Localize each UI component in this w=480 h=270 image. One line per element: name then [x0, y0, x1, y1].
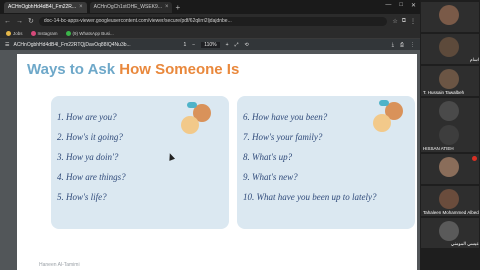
question-item: 10. What have you been up to lately? — [243, 192, 377, 202]
print-icon[interactable]: ⎙ — [400, 42, 404, 48]
new-tab-icon[interactable]: + — [175, 3, 180, 12]
address-actions: ☆ ⧉ ⋮ — [392, 18, 416, 25]
participant-tile[interactable]: Tahaleen Mohammed Albedaiwi — [421, 186, 479, 216]
faces-illustration — [179, 102, 219, 142]
participant-name: عيسي المومني — [450, 241, 479, 246]
bookmark-label: Jobs — [13, 30, 23, 36]
star-icon[interactable]: ☆ — [392, 18, 397, 25]
forward-icon[interactable]: → — [16, 18, 23, 25]
slide-footer: Haneen Al-Tamimi — [39, 262, 80, 268]
participant-tile[interactable]: اسام — [421, 34, 479, 64]
participant-video — [439, 157, 459, 177]
zoom-out-icon[interactable]: − — [192, 42, 195, 48]
hat-icon — [379, 100, 389, 106]
participant-tile[interactable]: عيسي المومني — [421, 218, 479, 248]
question-item: 3. How ya doin'? — [57, 152, 119, 162]
fit-page-icon[interactable]: ⤢ — [235, 42, 239, 48]
bookmark-instagram[interactable]: Instagram — [30, 30, 58, 36]
window-controls: — □ ✕ — [385, 2, 416, 9]
extensions-icon[interactable]: ⧉ — [402, 18, 406, 25]
participant-video — [439, 69, 459, 89]
questions-card-right: 6. How have you been? 7. How's your fami… — [237, 96, 415, 229]
bookmark-label: (9) WhatsApp Busi... — [72, 30, 114, 36]
hat-icon — [187, 102, 197, 108]
bookmark-label: Instagram — [37, 30, 58, 36]
question-item: 6. How have you been? — [243, 112, 328, 122]
faces-illustration — [371, 100, 411, 140]
heading-part-2: How Someone Is — [119, 61, 240, 78]
back-icon[interactable]: ← — [4, 18, 11, 25]
zoom-level[interactable]: 110% — [201, 41, 220, 48]
address-bar: ← → ↻ doc-14-bc-apps-viewer.googleuserco… — [0, 14, 420, 28]
more-icon[interactable]: ⋮ — [410, 42, 415, 48]
participant-video — [439, 101, 459, 121]
tab-label: ACHnOgCh1xtOHE_WSEK9... — [93, 3, 162, 10]
maximize-icon[interactable]: □ — [399, 2, 403, 9]
heading-part-1: Ways to Ask — [27, 61, 116, 78]
pdf-viewport[interactable]: Ways to Ask How Someone Is 1. How are yo… — [0, 50, 420, 270]
pdf-page: Ways to Ask How Someone Is 1. How are yo… — [17, 54, 417, 270]
browser-tab[interactable]: ACHnOgCh1xtOHE_WSEK9... × — [89, 1, 173, 13]
close-tab-icon[interactable]: × — [165, 2, 169, 13]
question-item: 4. How are things? — [57, 172, 126, 182]
pdf-controls: 1 − 110% + ⤢ ⟲ — [183, 41, 249, 48]
face-icon — [181, 116, 199, 134]
participant-video — [439, 5, 459, 25]
tab-label: ACHnOgbhHd4dB4l_Fm22R... — [8, 3, 77, 10]
question-item: 9. What's new? — [243, 172, 298, 182]
zoom-in-icon[interactable]: + — [226, 42, 229, 48]
close-tab-icon[interactable]: × — [79, 2, 83, 13]
screen: ACHnOgbhHd4dB4l_Fm22R... × ACHnOgCh1xtOH… — [0, 0, 480, 270]
browser-tab-active[interactable]: ACHnOgbhHd4dB4l_Fm22R... × — [4, 1, 87, 13]
participant-tile[interactable]: HISSAN ATIEH — [421, 122, 479, 152]
download-icon[interactable]: ⤓ — [392, 42, 394, 48]
question-item: 1. How are you? — [57, 112, 117, 122]
bookmark-whatsapp[interactable]: (9) WhatsApp Busi... — [65, 30, 114, 36]
muted-mic-icon — [472, 156, 477, 161]
bookmark-jobs[interactable]: Jobs — [6, 30, 23, 36]
face-icon — [373, 114, 391, 132]
question-item: 2. How's it going? — [57, 132, 123, 142]
participant-name: T. Hussain Tawalbeh — [423, 90, 465, 95]
tab-bar: ACHnOgbhHd4dB4l_Fm22R... × ACHnOgCh1xtOH… — [0, 0, 420, 14]
participant-video — [439, 37, 459, 57]
participant-video — [439, 125, 459, 145]
question-item: 8. What's up? — [243, 152, 293, 162]
pdf-actions: ⤓ ⎙ ⋮ — [392, 42, 415, 48]
participant-tile[interactable]: T. Hussain Tawalbeh — [421, 66, 479, 96]
whatsapp-icon — [65, 30, 71, 36]
participant-tile[interactable] — [421, 2, 479, 32]
minimize-icon[interactable]: — — [385, 2, 391, 9]
pdf-title: ACHnOgbhHd4dB4l_Fm22RTQjDavOq88IQ4Nu3b..… — [13, 41, 131, 48]
participant-video — [439, 189, 459, 209]
rotate-icon[interactable]: ⟲ — [245, 42, 249, 48]
participant-video — [439, 221, 459, 241]
reload-icon[interactable]: ↻ — [28, 17, 34, 25]
menu-icon[interactable]: ☰ — [5, 42, 9, 48]
slide-heading: Ways to Ask How Someone Is — [27, 61, 239, 78]
page-number[interactable]: 1 — [183, 42, 186, 48]
menu-icon[interactable]: ⋮ — [410, 18, 416, 25]
participant-name: HISSAN ATIEH — [423, 146, 454, 151]
participant-name: Tahaleen Mohammed Albedaiwi — [423, 210, 479, 215]
question-item: 5. How's life? — [57, 192, 107, 202]
close-window-icon[interactable]: ✕ — [411, 2, 416, 9]
participant-name: اسام — [469, 57, 479, 62]
questions-card-left: 1. How are you? 2. How's it going? 3. Ho… — [51, 96, 229, 229]
bookmarks-bar: Jobs Instagram (9) WhatsApp Busi... — [0, 28, 420, 39]
question-item: 7. How's your family? — [243, 132, 323, 142]
participants-panel: اسام T. Hussain Tawalbeh HISSAN ATIEH Ta… — [420, 0, 480, 270]
instagram-icon — [30, 30, 36, 36]
participant-tile[interactable] — [421, 154, 479, 184]
folder-icon — [6, 30, 11, 36]
pdf-toolbar: ☰ ACHnOgbhHd4dB4l_Fm22RTQjDavOq88IQ4Nu3b… — [0, 39, 420, 50]
url-field[interactable]: doc-14-bc-apps-viewer.googleusercontent.… — [38, 16, 388, 26]
